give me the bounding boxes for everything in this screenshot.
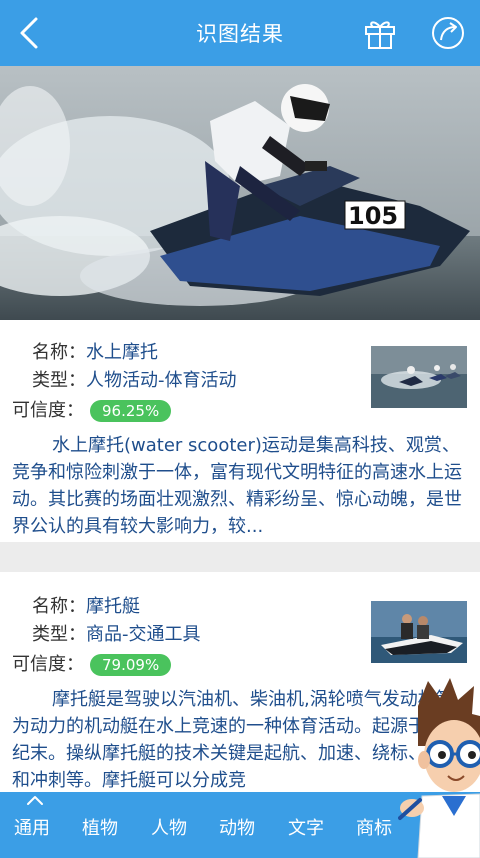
- app-root: 识图结果 105 名称：水上摩托 类型：人物活动-体育活动 可信度： 96.25…: [0, 0, 480, 858]
- result-name: 摩托艇: [86, 596, 140, 617]
- type-label: 类型：: [32, 624, 86, 645]
- confidence-label: 可信度：: [12, 654, 84, 675]
- result-card[interactable]: 名称：水上摩托 类型：人物活动-体育活动 可信度： 96.25% 水上摩托(wat…: [0, 320, 480, 542]
- tab-general[interactable]: 通用: [14, 814, 50, 840]
- back-arrow-icon[interactable]: [14, 16, 46, 50]
- card-divider: [0, 542, 480, 572]
- result-name: 水上摩托: [86, 342, 158, 363]
- tab-animals[interactable]: 动物: [219, 814, 255, 840]
- confidence-label: 可信度：: [12, 400, 84, 421]
- query-photo: 105: [0, 66, 480, 320]
- confidence-row: 可信度： 79.09%: [12, 650, 172, 676]
- confidence-badge: 79.09%: [90, 654, 172, 676]
- type-label: 类型：: [32, 370, 86, 391]
- tab-logos[interactable]: 商标: [356, 814, 392, 840]
- svg-text:105: 105: [348, 202, 398, 230]
- name-label: 名称：: [32, 596, 86, 617]
- result-thumbnail[interactable]: [371, 346, 467, 408]
- share-icon[interactable]: [430, 15, 466, 51]
- type-row: 类型：商品-交通工具: [32, 620, 201, 646]
- page-title: 识图结果: [196, 22, 284, 46]
- result-card[interactable]: 名称：摩托艇 类型：商品-交通工具 可信度： 79.09% 摩托艇是驾驶以汽油机、…: [0, 572, 480, 792]
- category-tab-bar: 通用 植物 人物 动物 文字 商标 车: [0, 792, 480, 858]
- name-label: 名称：: [32, 342, 86, 363]
- result-thumbnail[interactable]: [371, 601, 467, 663]
- result-description: 摩托艇是驾驶以汽油机、柴油机,涡轮喷气发动机等为动力的机动艇在水上竞速的一种体育…: [12, 689, 467, 791]
- confidence-badge: 96.25%: [90, 400, 172, 422]
- name-row: 名称：摩托艇: [32, 592, 140, 618]
- chevron-up-icon[interactable]: [26, 794, 44, 806]
- tab-cars[interactable]: 车: [424, 814, 442, 840]
- type-row: 类型：人物活动-体育活动: [32, 366, 237, 392]
- result-type: 商品-交通工具: [86, 624, 201, 645]
- result-type: 人物活动-体育活动: [86, 370, 237, 391]
- confidence-row: 可信度： 96.25%: [12, 396, 172, 422]
- tab-text[interactable]: 文字: [288, 814, 324, 840]
- tab-plants[interactable]: 植物: [82, 814, 118, 840]
- top-bar: 识图结果: [0, 0, 480, 66]
- tab-people[interactable]: 人物: [151, 814, 187, 840]
- gift-icon[interactable]: [362, 15, 398, 51]
- name-row: 名称：水上摩托: [32, 338, 158, 364]
- result-description: 水上摩托(water scooter)运动是集高科技、观赏、竞争和惊险刺激于一体…: [12, 435, 462, 537]
